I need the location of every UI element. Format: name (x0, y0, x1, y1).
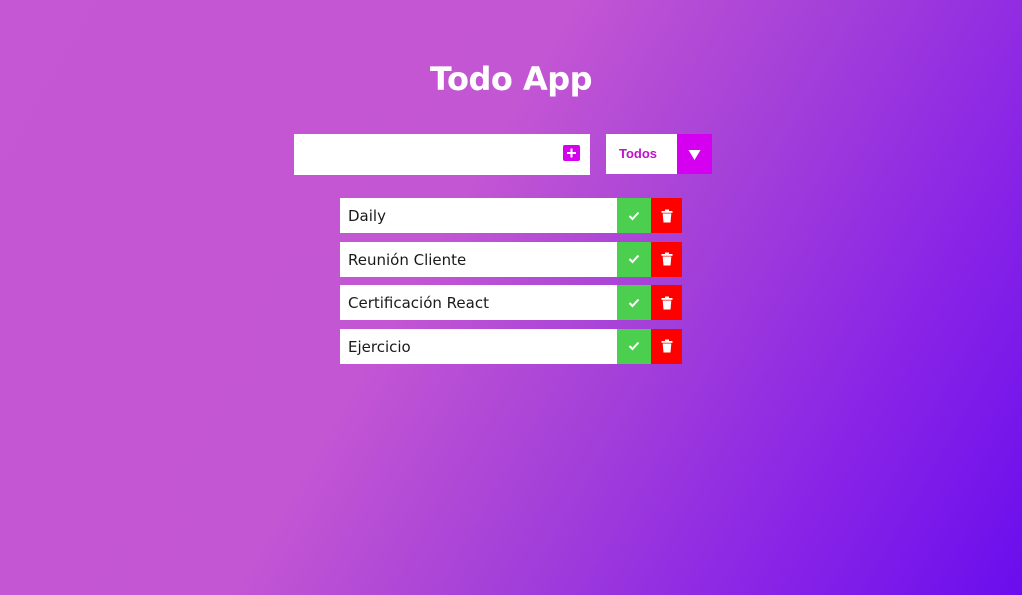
delete-button[interactable] (651, 285, 682, 320)
todo-text: Reunión Cliente (348, 250, 467, 269)
todo-text: Certificación React (348, 294, 489, 312)
complete-button[interactable] (617, 328, 651, 364)
delete-button[interactable] (651, 198, 682, 233)
delete-button[interactable] (651, 241, 682, 277)
filter-selected-value: Todos (619, 146, 658, 161)
caret-down-icon (688, 150, 701, 160)
todo-text: Daily (348, 207, 386, 225)
delete-button[interactable] (651, 328, 682, 364)
check-icon (628, 298, 640, 307)
todo-item: Ejercicio (340, 328, 682, 364)
trash-icon (661, 296, 672, 309)
todo-form: Todos (294, 134, 712, 175)
check-icon (628, 341, 640, 351)
filter-dropdown-button[interactable] (677, 134, 712, 174)
page-title: Todo App (429, 60, 593, 99)
add-todo-button[interactable] (563, 145, 580, 161)
check-icon (628, 211, 640, 220)
todo-input[interactable] (294, 134, 554, 175)
trash-icon (661, 339, 672, 353)
complete-button[interactable] (617, 198, 651, 233)
todo-text: Ejercicio (348, 337, 411, 356)
todo-item: Reunión Cliente (340, 241, 682, 277)
todo-list: Daily Reunión Cliente Certificación Reac… (340, 198, 682, 372)
complete-button[interactable] (617, 285, 651, 320)
filter-select[interactable]: Todos (606, 134, 712, 174)
todo-input-container (294, 134, 590, 175)
todo-item: Daily (340, 198, 682, 233)
trash-icon (661, 209, 672, 222)
complete-button[interactable] (617, 241, 651, 277)
todo-item: Certificación React (340, 285, 682, 320)
trash-icon (661, 252, 672, 266)
check-icon (628, 254, 640, 264)
plus-square-icon (567, 148, 576, 158)
